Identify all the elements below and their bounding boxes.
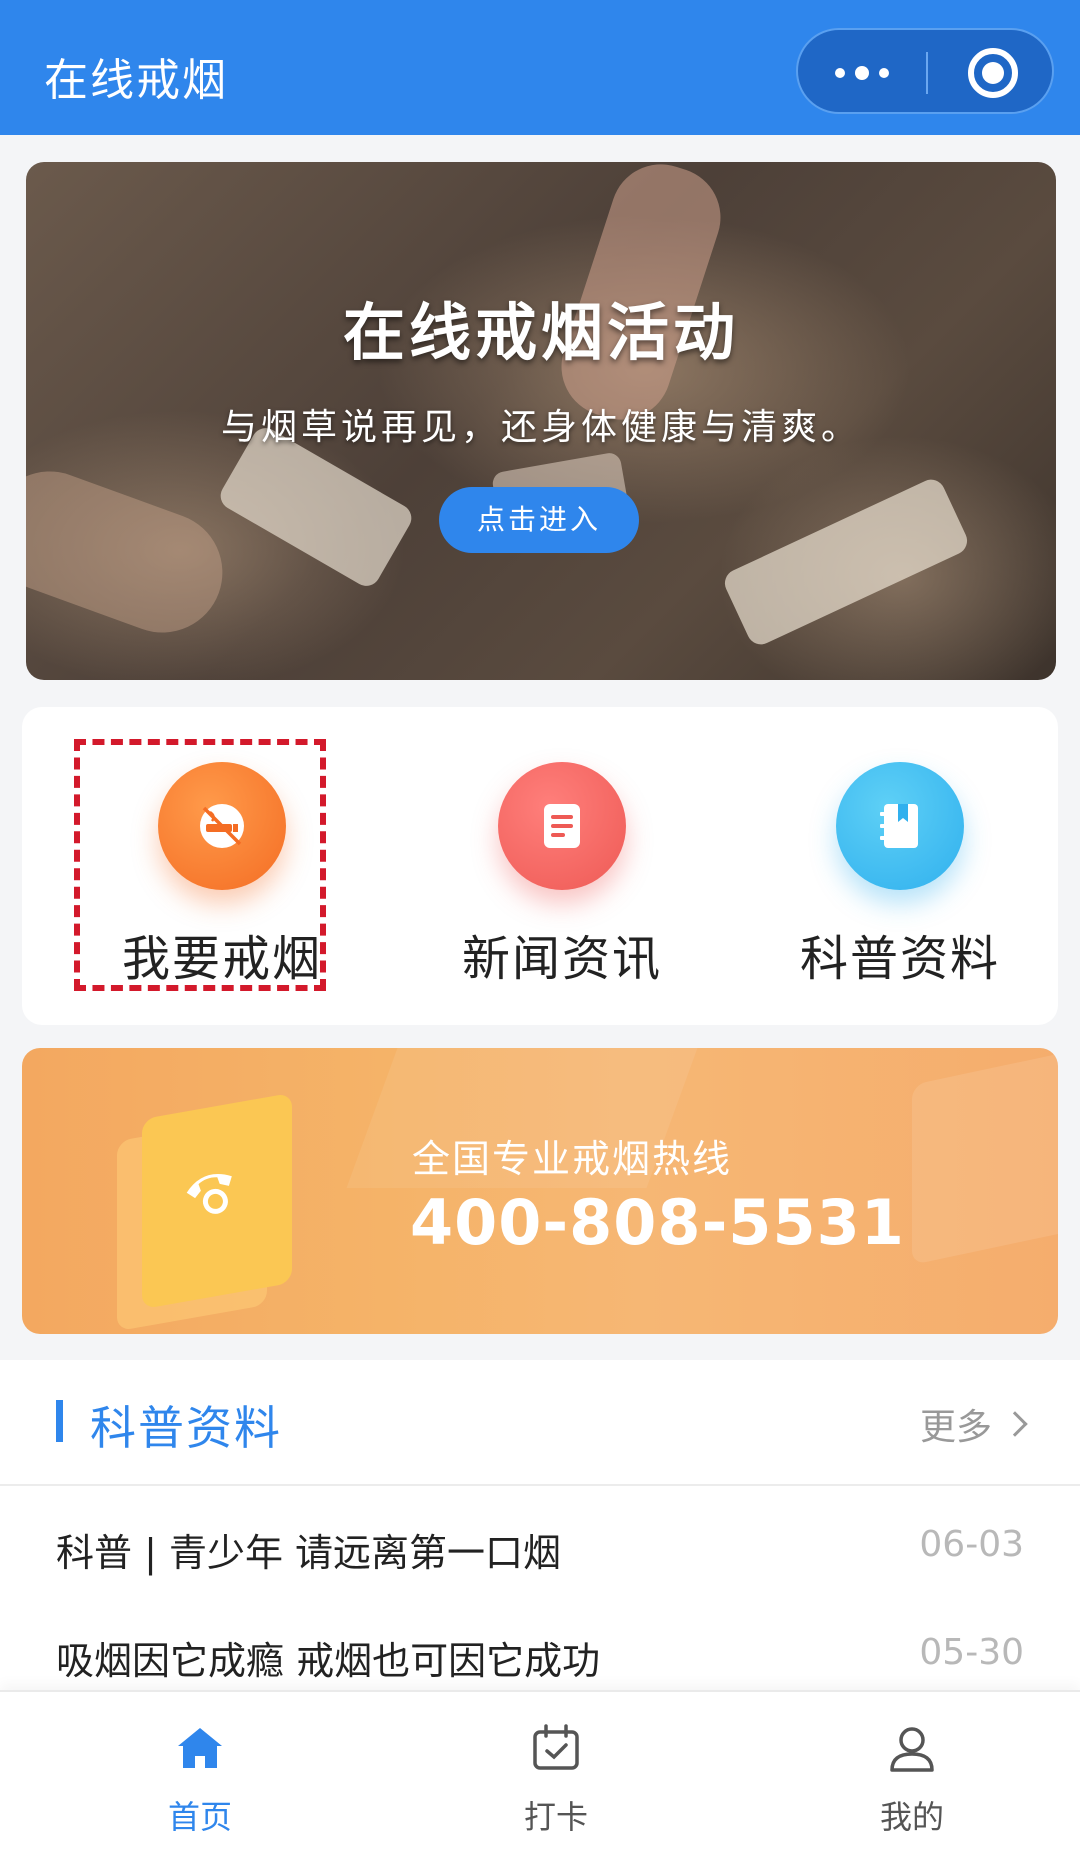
nav-header: 在线戒烟: [0, 0, 1080, 135]
banner-headline: 在线戒烟活动: [342, 296, 739, 369]
calendar-check-icon: [528, 1720, 584, 1776]
more-label: 更多: [919, 1407, 992, 1448]
article-date: 06-03: [919, 1524, 1024, 1565]
highlight-box: [74, 739, 326, 991]
page: 在线戒烟 在线戒烟活动 与烟草说再见，还身体健康与清爽。 点击进入 我要戒烟 新…: [0, 0, 1080, 1854]
quick-menu: 我要戒烟 新闻资讯 科普资料: [22, 707, 1058, 1025]
article-title: 科普 | 青少年 请远离第一口烟: [56, 1531, 562, 1575]
home-icon: [172, 1720, 228, 1776]
banner-decor: [26, 454, 240, 650]
page-title: 在线戒烟: [44, 55, 228, 106]
hotline-caption: 全国专业戒烟热线: [412, 1137, 733, 1181]
section-title: 科普资料: [90, 1401, 282, 1455]
tab-bar: 首页 打卡 我的: [0, 1690, 1080, 1854]
menu-label: 科普资料: [799, 931, 1000, 987]
menu-item-science[interactable]: 科普资料: [750, 707, 1050, 1025]
hotline-banner[interactable]: 全国专业戒烟热线 400-808-5531: [22, 1048, 1058, 1334]
tab-label: 首页: [167, 1798, 232, 1836]
phone-icon: [180, 1160, 244, 1228]
document-icon: [498, 762, 626, 890]
menu-label: 新闻资讯: [461, 931, 662, 987]
tab-checkin[interactable]: 打卡: [456, 1692, 656, 1854]
more-dots-icon[interactable]: [798, 30, 926, 116]
capsule-divider: [926, 52, 928, 94]
banner-decor: [720, 475, 972, 649]
tab-label: 我的: [879, 1798, 944, 1836]
chevron-right-icon: [1002, 1411, 1028, 1437]
notebook-icon: [836, 762, 964, 890]
section-accent-bar: [56, 1400, 63, 1442]
tab-mine[interactable]: 我的: [812, 1692, 1012, 1854]
hotline-number[interactable]: 400-808-5531: [410, 1186, 905, 1259]
activity-banner[interactable]: 在线戒烟活动 与烟草说再见，还身体健康与清爽。 点击进入: [26, 162, 1056, 680]
hotline-decor: [912, 1050, 1058, 1266]
mini-program-capsule: [796, 28, 1054, 114]
banner-subtitle: 与烟草说再见，还身体健康与清爽。: [220, 407, 861, 448]
more-link[interactable]: 更多: [919, 1398, 1028, 1450]
enter-button[interactable]: 点击进入: [439, 487, 639, 553]
target-close-icon[interactable]: [968, 48, 1018, 98]
list-item[interactable]: 科普 | 青少年 请远离第一口烟 06-03: [0, 1486, 1080, 1606]
article-title: 吸烟因它成瘾 戒烟也可因它成功: [56, 1639, 601, 1683]
tab-label: 打卡: [523, 1798, 588, 1836]
article-date: 05-30: [919, 1632, 1024, 1673]
section-header: 科普资料 更多: [0, 1360, 1080, 1484]
tab-home[interactable]: 首页: [100, 1692, 300, 1854]
user-icon: [884, 1720, 940, 1776]
menu-item-news[interactable]: 新闻资讯: [412, 707, 712, 1025]
